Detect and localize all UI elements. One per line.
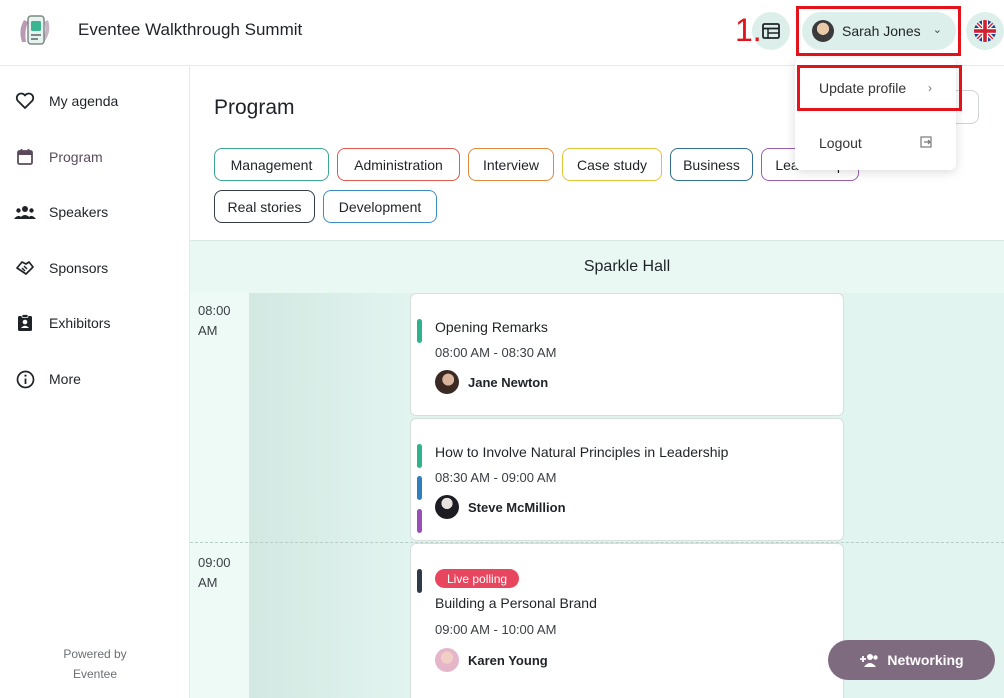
hall-header: Sparkle Hall xyxy=(190,241,1004,293)
sidebar-item-more[interactable]: More xyxy=(0,359,190,399)
speaker-avatar xyxy=(435,495,459,519)
sidebar-item-label: Speakers xyxy=(49,204,109,220)
step-1-highlight xyxy=(796,6,961,56)
category-bar xyxy=(417,509,422,533)
info-icon xyxy=(14,368,36,390)
speaker-avatar xyxy=(435,648,459,672)
session-title: Opening Remarks xyxy=(435,319,548,335)
time-slot-label: 08:00 AM xyxy=(198,301,231,341)
time-column xyxy=(190,293,249,698)
step-2-highlight xyxy=(797,65,962,111)
sidebar-item-label: More xyxy=(49,371,81,387)
powered-by-brand[interactable]: Eventee xyxy=(0,664,190,684)
category-bar xyxy=(417,476,422,500)
category-bar xyxy=(417,319,422,343)
session-time: 09:00 AM - 10:00 AM xyxy=(435,622,557,637)
tag-case-study[interactable]: Case study xyxy=(562,148,662,181)
schedule-gutter xyxy=(249,293,410,698)
time-slot-period: AM xyxy=(198,575,218,590)
speaker-name: Karen Young xyxy=(468,652,548,668)
tag-label: Development xyxy=(338,198,422,215)
session-card[interactable]: Opening Remarks 08:00 AM - 08:30 AM Jane… xyxy=(410,293,844,416)
session-speaker[interactable]: Karen Young xyxy=(435,648,548,672)
speaker-name: Steve McMillion xyxy=(468,499,566,515)
step-1-label: 1. xyxy=(735,12,762,48)
schedule-grid: Sparkle Hall 08:00 AM 09:00 AM Opening R… xyxy=(190,240,1004,698)
tag-label: Real stories xyxy=(227,198,302,215)
networking-label: Networking xyxy=(887,652,964,668)
sidebar-item-program[interactable]: Program xyxy=(0,137,190,177)
powered-by: Powered by Eventee xyxy=(0,644,190,684)
session-card[interactable]: Live polling Building a Personal Brand 0… xyxy=(410,543,844,698)
heart-icon xyxy=(14,90,36,112)
sidebar-item-label: Program xyxy=(49,149,103,165)
live-polling-badge: Live polling xyxy=(435,569,520,588)
category-bar xyxy=(417,569,422,593)
tag-label: Interview xyxy=(482,156,540,173)
language-button[interactable] xyxy=(966,12,1004,50)
session-title: Building a Personal Brand xyxy=(435,595,597,611)
logout-label: Logout xyxy=(819,135,862,151)
tag-label: Business xyxy=(683,156,740,173)
speaker-name: Jane Newton xyxy=(468,374,549,390)
sidebar-item-my-agenda[interactable]: My agenda xyxy=(0,81,190,121)
sidebar-item-label: Sponsors xyxy=(49,260,109,276)
tag-administration[interactable]: Administration xyxy=(337,148,460,181)
calendar-icon xyxy=(14,146,36,168)
networking-button[interactable]: Networking xyxy=(828,640,995,680)
uk-flag-icon xyxy=(974,20,996,42)
sidebar-item-exhibitors[interactable]: Exhibitors xyxy=(0,303,190,343)
category-bar xyxy=(417,444,422,468)
tag-development[interactable]: Development xyxy=(323,190,437,223)
table-icon xyxy=(762,23,780,39)
tag-business[interactable]: Business xyxy=(670,148,753,181)
tag-label: Case study xyxy=(576,156,648,173)
tag-label: Administration xyxy=(354,156,443,173)
page-title: Program xyxy=(214,96,295,119)
logout-item[interactable]: Logout xyxy=(795,123,956,163)
hall-name: Sparkle Hall xyxy=(583,258,671,275)
tag-management[interactable]: Management xyxy=(214,148,329,181)
sidebar-item-speakers[interactable]: Speakers xyxy=(0,192,190,232)
session-title: How to Involve Natural Principles in Lea… xyxy=(435,444,729,460)
speaker-avatar xyxy=(435,370,459,394)
handshake-icon xyxy=(14,257,36,279)
badge-icon xyxy=(14,312,36,334)
session-time: 08:30 AM - 09:00 AM xyxy=(435,470,557,485)
session-card[interactable]: How to Involve Natural Principles in Lea… xyxy=(410,418,844,541)
event-logo xyxy=(20,15,50,45)
add-people-icon xyxy=(859,653,879,667)
time-slot-label: 09:00 AM xyxy=(198,553,231,593)
session-speaker[interactable]: Steve McMillion xyxy=(435,495,566,519)
session-speaker[interactable]: Jane Newton xyxy=(435,370,548,394)
session-time: 08:00 AM - 08:30 AM xyxy=(435,345,557,360)
tag-interview[interactable]: Interview xyxy=(468,148,554,181)
sidebar: My agenda Program Speakers Sponsors Exhi… xyxy=(0,66,190,698)
tag-label: Management xyxy=(230,156,313,173)
sidebar-item-label: My agenda xyxy=(49,93,119,109)
logout-icon xyxy=(920,135,932,151)
tag-real-stories[interactable]: Real stories xyxy=(214,190,315,223)
time-slot-period: AM xyxy=(198,323,218,338)
time-slot-hour: 09:00 xyxy=(198,555,231,570)
app-title: Eventee Walkthrough Summit xyxy=(78,20,303,39)
sidebar-item-sponsors[interactable]: Sponsors xyxy=(0,248,190,288)
sidebar-item-label: Exhibitors xyxy=(49,315,111,331)
people-icon xyxy=(14,201,36,223)
powered-by-text: Powered by xyxy=(63,647,127,661)
time-slot-hour: 08:00 xyxy=(198,303,231,318)
